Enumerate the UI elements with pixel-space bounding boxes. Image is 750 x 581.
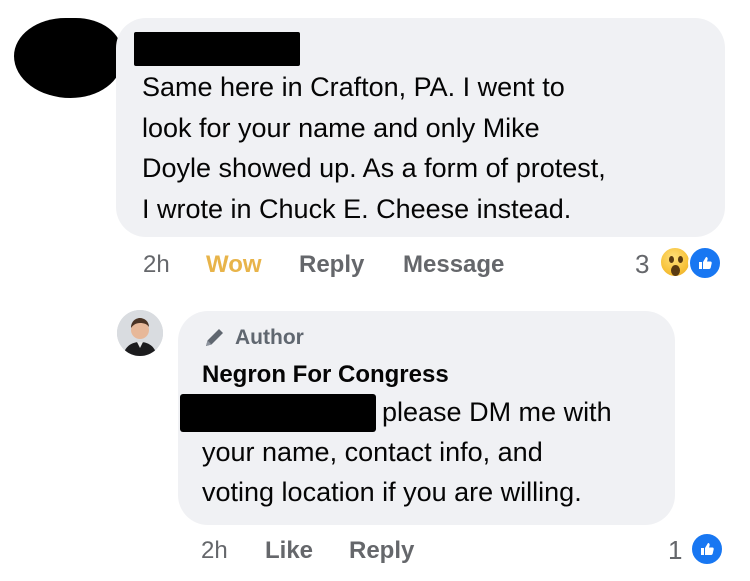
comment-text-line: look for your name and only Mike — [142, 112, 540, 143]
commenter-avatar-redacted[interactable] — [14, 18, 122, 98]
reply-text-line: voting location if you are willing. — [202, 477, 582, 507]
like-icon — [688, 246, 722, 280]
pencil-icon — [203, 325, 227, 354]
reply-text-line: your name, contact info, and — [202, 437, 543, 467]
like-icon — [690, 532, 724, 566]
comment-text: Same here in Crafton, PA. I went to look… — [142, 67, 712, 229]
wow-icon — [659, 246, 691, 278]
comment-text-line: Same here in Crafton, PA. I went to — [142, 72, 565, 102]
comment-text-line: I wrote in Chuck E. Cheese instead. — [142, 193, 572, 224]
wow-reaction-button[interactable]: Wow — [206, 251, 262, 279]
mention-redaction — [180, 394, 376, 432]
comment-text-line: Doyle showed up. As a form of protest, — [142, 153, 606, 183]
reply-author-name[interactable]: Negron For Congress — [202, 361, 449, 389]
reply-button[interactable]: Reply — [299, 251, 364, 279]
author-badge: Author — [235, 326, 304, 349]
reply-timestamp[interactable]: 2h — [201, 537, 228, 565]
like-button[interactable]: Like — [265, 537, 313, 565]
message-button[interactable]: Message — [403, 251, 504, 279]
commenter-name-redaction — [134, 32, 300, 66]
reaction-count[interactable]: 3 — [635, 249, 649, 280]
page-avatar[interactable] — [117, 310, 163, 356]
reply-reaction-count[interactable]: 1 — [668, 535, 682, 566]
comment-timestamp[interactable]: 2h — [143, 251, 170, 279]
reply-to-reply-button[interactable]: Reply — [349, 537, 414, 565]
